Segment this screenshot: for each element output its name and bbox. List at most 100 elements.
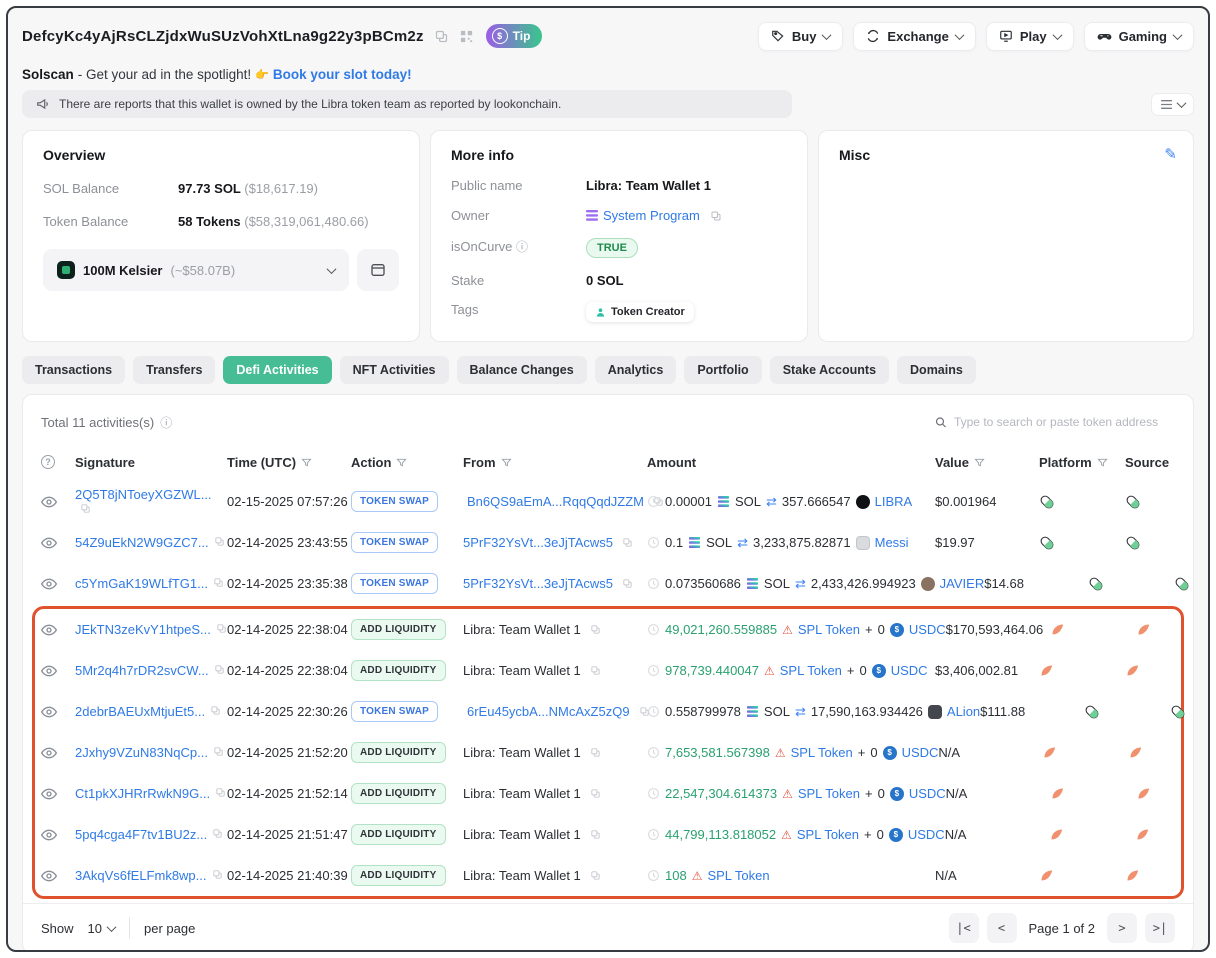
tab-domains[interactable]: Domains <box>897 356 976 384</box>
source-meteora-icon[interactable] <box>1136 786 1186 801</box>
filter-icon[interactable] <box>301 457 312 468</box>
copy-icon[interactable] <box>590 665 601 676</box>
token-link[interactable]: SPL Token <box>797 827 859 842</box>
platform-meteora-icon[interactable] <box>1039 868 1125 883</box>
edit-icon[interactable]: ✎ <box>1164 145 1177 163</box>
signature-link[interactable]: JEkTN3zeKvY1htpeS... <box>75 622 211 637</box>
token-link[interactable]: SPL Token <box>791 745 853 760</box>
copy-icon[interactable] <box>590 624 601 635</box>
platform-meteora-icon[interactable] <box>1050 622 1136 637</box>
platform-pill-icon[interactable] <box>1084 704 1170 720</box>
source-pill-icon[interactable] <box>1174 576 1210 592</box>
filter-icon[interactable] <box>396 457 407 468</box>
buy-button[interactable]: Buy <box>758 22 844 51</box>
tab-stake-accounts[interactable]: Stake Accounts <box>770 356 889 384</box>
copy-icon[interactable] <box>214 536 225 547</box>
eye-icon[interactable] <box>41 827 75 843</box>
source-pill-icon[interactable] <box>1125 494 1175 510</box>
token-link[interactable]: Messi <box>875 535 909 550</box>
tab-portfolio[interactable]: Portfolio <box>684 356 761 384</box>
tab-transfers[interactable]: Transfers <box>133 356 215 384</box>
copy-icon[interactable] <box>216 623 227 634</box>
token-selector[interactable]: 100M Kelsier (~$58.07B) <box>43 249 349 291</box>
eye-icon[interactable] <box>41 494 75 510</box>
signature-link[interactable]: c5YmGaK19WLfTG1... <box>75 576 208 591</box>
play-button[interactable]: Play <box>986 22 1074 51</box>
eye-icon[interactable] <box>41 663 75 679</box>
eye-icon[interactable] <box>41 868 75 884</box>
copy-icon[interactable] <box>212 828 223 839</box>
token-link[interactable]: SPL Token <box>798 786 860 801</box>
prev-page-button[interactable]: < <box>987 913 1017 943</box>
filter-icon[interactable] <box>501 457 512 468</box>
source-pill-icon[interactable] <box>1125 535 1175 551</box>
source-pill-icon[interactable] <box>1170 704 1210 720</box>
copy-icon[interactable] <box>210 705 221 716</box>
token-link[interactable]: USDC <box>908 827 945 842</box>
copy-icon[interactable] <box>213 746 224 757</box>
copy-address-icon[interactable] <box>434 29 449 44</box>
eye-icon[interactable] <box>41 786 75 802</box>
tab-balance-changes[interactable]: Balance Changes <box>457 356 587 384</box>
source-meteora-icon[interactable] <box>1125 868 1175 883</box>
eye-icon[interactable] <box>41 745 75 761</box>
token-link[interactable]: LIBRA <box>875 494 913 509</box>
exchange-button[interactable]: Exchange <box>853 22 975 51</box>
signature-link[interactable]: 2debrBAEUxMtjuEt5... <box>75 704 205 719</box>
signature-link[interactable]: 5pq4cga4F7tv1BU2z... <box>75 827 207 842</box>
platform-pill-icon[interactable] <box>1039 535 1125 551</box>
platform-meteora-icon[interactable] <box>1049 827 1135 842</box>
tab-nft-activities[interactable]: NFT Activities <box>340 356 449 384</box>
gaming-button[interactable]: Gaming <box>1084 22 1194 51</box>
source-meteora-icon[interactable] <box>1128 745 1178 760</box>
copy-icon[interactable] <box>622 537 633 548</box>
qr-code-icon[interactable] <box>459 29 474 44</box>
signature-link[interactable]: 5Mr2q4h7rDR2svCW... <box>75 663 209 678</box>
signature-link[interactable]: 54Z9uEkN2W9GZC7... <box>75 535 209 550</box>
copy-icon[interactable] <box>590 788 601 799</box>
tip-button[interactable]: $ Tip <box>486 24 543 48</box>
from-link[interactable]: Bn6QS9aEmA...RqqQqdJZZM <box>467 494 644 509</box>
page-size-select[interactable]: 10 <box>88 921 115 936</box>
copy-icon[interactable] <box>590 870 601 881</box>
platform-meteora-icon[interactable] <box>1050 786 1136 801</box>
token-link[interactable]: ALion <box>947 704 980 719</box>
platform-meteora-icon[interactable] <box>1042 745 1128 760</box>
copy-icon[interactable] <box>710 210 722 222</box>
source-meteora-icon[interactable] <box>1136 622 1186 637</box>
owner-link[interactable]: System Program <box>603 208 700 223</box>
token-link[interactable]: SPL Token <box>798 622 860 637</box>
eye-icon[interactable] <box>41 576 75 592</box>
signature-link[interactable]: 3AkqVs6fELFmk8wp... <box>75 868 207 883</box>
last-page-button[interactable]: >| <box>1145 913 1175 943</box>
from-link[interactable]: 5PrF32YsVt...3eJjTAcws5 <box>463 535 613 550</box>
view-options-button[interactable] <box>1151 93 1194 116</box>
next-page-button[interactable]: > <box>1107 913 1137 943</box>
ad-link[interactable]: Book your slot today! <box>273 67 412 82</box>
token-link[interactable]: USDC <box>909 786 946 801</box>
source-meteora-icon[interactable] <box>1135 827 1185 842</box>
copy-icon[interactable] <box>212 869 223 880</box>
filter-icon[interactable] <box>1097 457 1108 468</box>
copy-icon[interactable] <box>590 829 601 840</box>
copy-icon[interactable] <box>214 664 225 675</box>
filter-icon[interactable] <box>974 457 985 468</box>
source-meteora-icon[interactable] <box>1125 663 1175 678</box>
token-link[interactable]: USDC <box>909 622 946 637</box>
copy-icon[interactable] <box>590 747 601 758</box>
first-page-button[interactable]: |< <box>949 913 979 943</box>
tab-defi-activities[interactable]: Defi Activities <box>223 356 331 384</box>
eye-icon[interactable] <box>41 535 75 551</box>
portfolio-button[interactable] <box>357 249 399 291</box>
from-link[interactable]: 5PrF32YsVt...3eJjTAcws5 <box>463 576 613 591</box>
search-input[interactable] <box>954 415 1175 429</box>
token-creator-tag[interactable]: Token Creator <box>586 302 694 322</box>
copy-icon[interactable] <box>80 503 91 514</box>
tab-analytics[interactable]: Analytics <box>595 356 677 384</box>
signature-link[interactable]: 2Q5T8jNToeyXGZWL... <box>75 487 212 502</box>
filter-icon[interactable] <box>1174 457 1175 468</box>
token-link[interactable]: JAVIER <box>940 576 985 591</box>
token-link[interactable]: SPL Token <box>780 663 842 678</box>
platform-meteora-icon[interactable] <box>1039 663 1125 678</box>
from-link[interactable]: 6rEu45ycbA...NMcAxZ5zQ9 <box>467 704 630 719</box>
